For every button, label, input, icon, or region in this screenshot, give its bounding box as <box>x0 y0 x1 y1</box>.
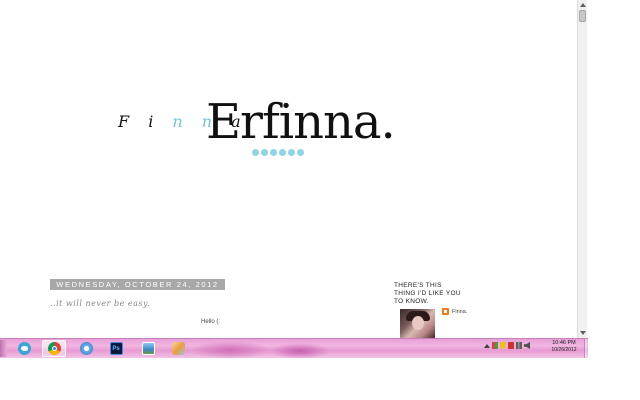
post-body: Hello (: <box>201 319 221 325</box>
security-shield-icon[interactable] <box>500 342 506 349</box>
sidebar-profile-link[interactable]: Finna. <box>442 308 467 315</box>
taskbar-itunes[interactable] <box>74 340 98 357</box>
scroll-up-arrow-icon[interactable] <box>578 0 587 10</box>
show-desktop-button[interactable] <box>584 339 588 358</box>
taskbar-photo-viewer[interactable] <box>136 340 160 357</box>
twitter-icon <box>17 342 31 355</box>
paint-icon <box>171 342 185 355</box>
sidebar-about-title: THERE'S THIS THING I'D LIKE YOU TO KNOW. <box>394 282 461 305</box>
logo-dots <box>252 149 304 156</box>
action-center-flag-icon[interactable] <box>492 342 498 349</box>
photo-viewer-icon <box>141 342 155 355</box>
system-tray <box>484 342 530 349</box>
photoshop-icon: Ps <box>109 342 123 355</box>
post-title[interactable]: ..it will never be easy. <box>50 299 150 308</box>
avatar-face <box>412 316 424 330</box>
logo-dot <box>252 149 259 156</box>
taskbar-chrome[interactable] <box>42 340 66 357</box>
logo-dot <box>279 149 286 156</box>
browser-page: F i n n a Erfinna. WEDNESDAY, OCTOBER 24… <box>0 0 577 338</box>
taskbar-clock[interactable]: 10:46 PM 10/26/2012 <box>545 340 583 354</box>
vertical-scrollbar[interactable] <box>577 0 587 338</box>
logo-dot <box>288 149 295 156</box>
logo-dot <box>261 149 268 156</box>
logo-dot <box>297 149 304 156</box>
screen: F i n n a Erfinna. WEDNESDAY, OCTOBER 24… <box>0 0 640 400</box>
profile-name[interactable]: Finna. <box>452 309 467 315</box>
tray-app-icon[interactable] <box>508 342 514 349</box>
taskbar-paint[interactable] <box>166 340 190 357</box>
volume-icon[interactable] <box>524 342 530 349</box>
chrome-icon <box>47 342 61 355</box>
scroll-down-arrow-icon[interactable] <box>578 328 587 338</box>
blog-title[interactable]: Erfinna. <box>206 98 396 146</box>
post-date-header: WEDNESDAY, OCTOBER 24, 2012 <box>50 279 225 290</box>
blogger-icon <box>442 308 449 315</box>
network-icon[interactable] <box>516 342 522 349</box>
logo-dot <box>270 149 277 156</box>
profile-avatar[interactable] <box>400 309 435 338</box>
taskbar-photoshop[interactable]: Ps <box>104 340 128 357</box>
logo-small-prefix: F i <box>118 112 173 131</box>
clock-time: 10:46 PM <box>552 340 576 346</box>
taskbar-twitter[interactable] <box>12 340 36 357</box>
itunes-icon <box>79 342 93 355</box>
scrollbar-thumb[interactable] <box>579 10 586 22</box>
show-hidden-icons-arrow-icon[interactable] <box>484 343 490 348</box>
clock-date: 10/26/2012 <box>551 347 577 353</box>
start-button[interactable] <box>0 340 7 357</box>
